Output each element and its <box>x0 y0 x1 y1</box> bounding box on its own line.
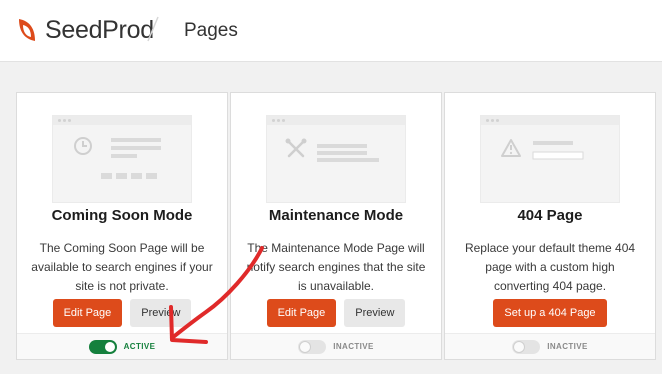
setup-404-button[interactable]: Set up a 404 Page <box>493 299 607 327</box>
card-title: 404 Page <box>517 207 583 224</box>
seedprod-leaf-icon <box>19 19 35 41</box>
seedprod-logo[interactable]: SeedProd <box>16 13 154 47</box>
edit-page-button[interactable]: Edit Page <box>266 299 337 327</box>
404-page-card: 404 Page Replace your default theme 404 … <box>444 92 656 360</box>
card-description: The Maintenance Mode Page will notify se… <box>246 241 426 293</box>
maintenance-thumbnail <box>266 115 406 203</box>
tools-icon <box>285 138 307 158</box>
preview-button[interactable]: Preview <box>344 299 406 327</box>
edit-page-button[interactable]: Edit Page <box>52 299 123 327</box>
preview-button[interactable]: Preview <box>130 299 192 327</box>
coming-soon-thumbnail <box>52 115 192 203</box>
top-header: SeedProd Pages <box>0 0 662 62</box>
card-status-bar: INACTIVE <box>231 333 441 359</box>
page-title: Pages <box>184 20 238 41</box>
card-description: The Coming Soon Page will be available t… <box>31 241 213 293</box>
maintenance-card: Maintenance Mode The Maintenance Mode Pa… <box>230 92 442 360</box>
coming-soon-card: Coming Soon Mode The Coming Soon Page wi… <box>16 92 228 360</box>
maintenance-toggle[interactable] <box>298 339 327 354</box>
card-title: Maintenance Mode <box>268 207 404 224</box>
brand-name: SeedProd <box>45 15 154 44</box>
warning-icon <box>501 139 521 157</box>
card-status-bar: ACTIVE <box>17 333 227 359</box>
coming-soon-toggle[interactable] <box>88 339 117 354</box>
status-label: INACTIVE <box>547 342 588 351</box>
card-status-bar: INACTIVE <box>445 333 655 359</box>
404-thumbnail <box>480 115 620 203</box>
status-label: ACTIVE <box>123 342 156 351</box>
404-toggle[interactable] <box>512 339 541 354</box>
status-label: INACTIVE <box>333 342 374 351</box>
header-divider <box>147 16 159 42</box>
card-title: Coming Soon Mode <box>51 207 193 224</box>
clock-icon <box>74 137 92 155</box>
card-description: Replace your default theme 404 page with… <box>464 241 636 293</box>
